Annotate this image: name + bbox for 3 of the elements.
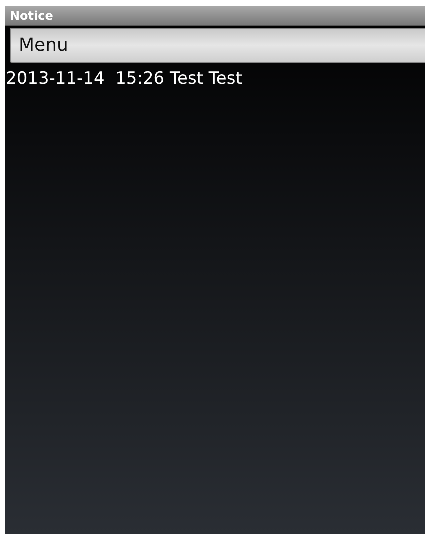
window-title: Notice	[10, 8, 54, 22]
menu-button[interactable]: Menu	[10, 28, 425, 63]
notice-item[interactable]: 2013-11-14 15:26 Test Test	[6, 69, 242, 89]
